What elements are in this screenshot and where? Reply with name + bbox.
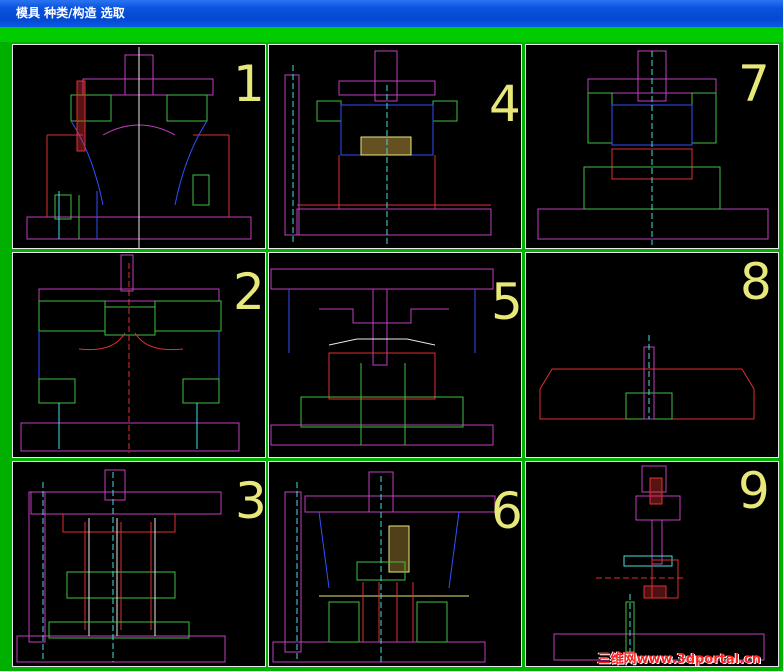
mold-option-9[interactable]: 9: [525, 461, 779, 667]
mold-number-8: 8: [740, 253, 772, 311]
mold-option-6[interactable]: 6: [268, 461, 522, 667]
site-watermark: 三维网www.3dportal.cn: [597, 652, 761, 667]
mold-drawing-5: [270, 268, 494, 446]
mold-number-4: 4: [489, 75, 521, 133]
toolbar-band: [0, 27, 783, 42]
mold-option-4[interactable]: 4: [268, 44, 522, 249]
mold-option-2[interactable]: 2: [12, 252, 266, 458]
mold-number-5: 5: [491, 273, 522, 331]
mold-drawing-1: [26, 47, 252, 248]
mold-number-3: 3: [235, 472, 266, 530]
mold-drawing-4: [284, 50, 492, 245]
mold-option-5[interactable]: 5: [268, 252, 522, 458]
mold-drawing-3: [16, 469, 226, 663]
mold-number-7: 7: [738, 55, 770, 113]
mold-option-1[interactable]: 1: [12, 44, 266, 249]
mold-number-9: 9: [738, 462, 770, 520]
mold-drawing-2: [20, 254, 240, 453]
mold-drawing-6: [272, 471, 496, 663]
window-title-bar: 模具 种类/构造 选取: [0, 0, 783, 27]
mold-number-1: 1: [233, 55, 265, 113]
mold-number-2: 2: [233, 263, 265, 321]
mold-option-8[interactable]: 8: [525, 252, 779, 458]
mold-number-6: 6: [491, 482, 522, 540]
mold-option-7[interactable]: 7: [525, 44, 779, 249]
window-title: 模具 种类/构造 选取: [16, 6, 125, 20]
mold-option-3[interactable]: 3: [12, 461, 266, 667]
